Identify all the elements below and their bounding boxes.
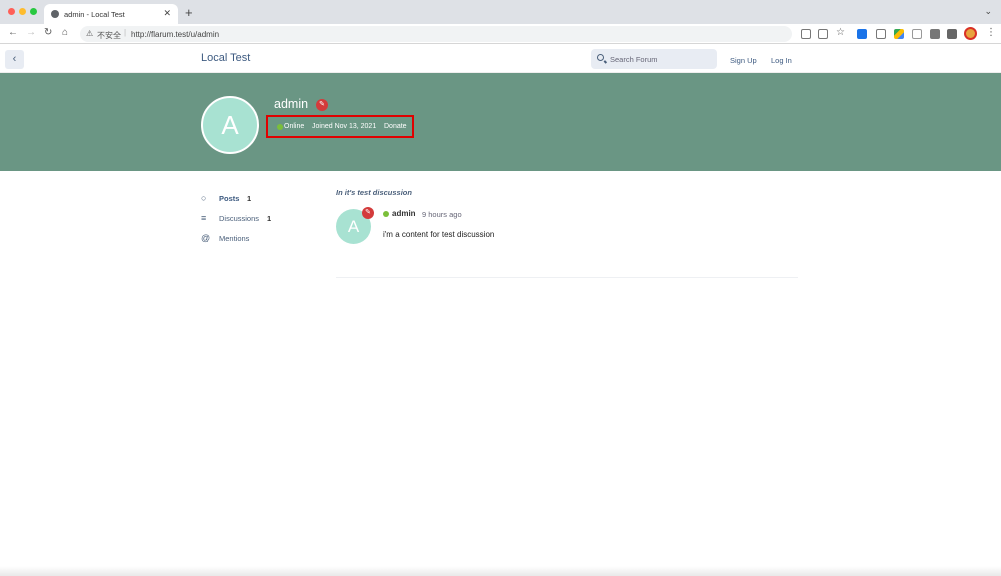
post-divider bbox=[336, 277, 798, 278]
chevron-down-icon[interactable]: ⌄ bbox=[984, 6, 992, 17]
drive-icon[interactable] bbox=[894, 29, 904, 39]
list-icon: ≡ bbox=[201, 213, 207, 223]
extension-new-icon[interactable] bbox=[857, 29, 867, 39]
puzzle-icon[interactable] bbox=[947, 29, 957, 39]
sidebar-item-label: Mentions bbox=[219, 234, 250, 243]
close-window-icon[interactable] bbox=[8, 8, 15, 15]
post-timestamp[interactable]: 9 hours ago bbox=[422, 210, 462, 219]
profile-hero: A admin ✎ Online Joined Nov 13, 2021 Don… bbox=[0, 73, 1001, 171]
home-icon[interactable]: ⌂ bbox=[62, 27, 68, 38]
online-status-icon bbox=[383, 211, 389, 217]
search-placeholder: Search Forum bbox=[610, 55, 658, 64]
search-icon bbox=[597, 54, 604, 61]
insecure-label: 不安全 bbox=[97, 31, 121, 40]
user-info-highlight: Online Joined Nov 13, 2021 Donate bbox=[266, 115, 414, 138]
browser-toolbar: ← → ↻ ⌂ ⚠ 不安全 | http://flarum.test/u/adm… bbox=[0, 24, 1001, 44]
minimize-window-icon[interactable] bbox=[19, 8, 26, 15]
comment-icon: ○ bbox=[201, 193, 207, 203]
user-avatar: A bbox=[201, 96, 259, 154]
profile-username: admin bbox=[274, 97, 309, 111]
reload-icon[interactable]: ↻ bbox=[44, 27, 52, 38]
kebab-menu-icon[interactable]: ⋮ bbox=[986, 27, 996, 38]
translate-icon[interactable] bbox=[801, 29, 811, 39]
profile-avatar-icon[interactable] bbox=[964, 27, 977, 40]
sidebar-item-label: Discussions bbox=[219, 214, 260, 223]
vpn-icon[interactable] bbox=[930, 29, 940, 39]
sidebar-item-count: 1 bbox=[247, 194, 252, 203]
online-status: Online bbox=[284, 123, 305, 130]
warning-icon: ⚠ bbox=[86, 29, 94, 38]
forum-brand-link[interactable]: Local Test bbox=[201, 52, 250, 64]
back-arrow-icon[interactable]: ← bbox=[8, 27, 18, 38]
online-status-icon bbox=[277, 124, 283, 130]
discussion-link[interactable]: In it's test discussion bbox=[336, 188, 412, 197]
camera-icon[interactable] bbox=[876, 29, 886, 39]
url-text: http://flarum.test/u/admin bbox=[131, 30, 220, 39]
share-icon[interactable] bbox=[818, 29, 828, 39]
donate-link[interactable]: Donate bbox=[384, 123, 407, 130]
globe-icon bbox=[51, 10, 59, 18]
post-author-link[interactable]: admin bbox=[392, 209, 416, 218]
forum-header: ‹ Local Test Search Forum Sign Up Log In bbox=[0, 45, 1001, 73]
browser-tab-bar: admin - Local Test ✕ + ⌄ bbox=[0, 0, 1001, 24]
post-body: i'm a content for test discussion bbox=[383, 230, 495, 239]
star-icon[interactable]: ☆ bbox=[836, 27, 846, 38]
sidebar-item-count: 1 bbox=[267, 214, 272, 223]
search-input[interactable]: Search Forum bbox=[591, 49, 717, 69]
wrench-icon: ✎ bbox=[316, 99, 328, 111]
browser-tab[interactable]: admin - Local Test ✕ bbox=[44, 4, 178, 24]
at-icon: @ bbox=[201, 233, 211, 243]
joined-date: Joined Nov 13, 2021 bbox=[312, 123, 377, 130]
close-tab-icon[interactable]: ✕ bbox=[163, 8, 171, 19]
tab-title: admin - Local Test bbox=[64, 10, 125, 19]
log-in-button[interactable]: Log In bbox=[771, 56, 792, 65]
new-tab-icon[interactable]: + bbox=[185, 5, 193, 20]
back-button[interactable]: ‹ bbox=[5, 50, 24, 69]
sidebar-item-label: Posts bbox=[219, 194, 240, 203]
window-bottom-edge bbox=[0, 566, 1001, 576]
address-separator: | bbox=[124, 28, 127, 37]
maximize-window-icon[interactable] bbox=[30, 8, 37, 15]
sign-up-button[interactable]: Sign Up bbox=[730, 56, 757, 65]
forward-arrow-icon[interactable]: → bbox=[26, 27, 36, 38]
address-bar[interactable]: ⚠ 不安全 | http://flarum.test/u/admin bbox=[80, 26, 792, 42]
cast-icon[interactable] bbox=[912, 29, 922, 39]
wrench-icon: ✎ bbox=[362, 207, 374, 219]
